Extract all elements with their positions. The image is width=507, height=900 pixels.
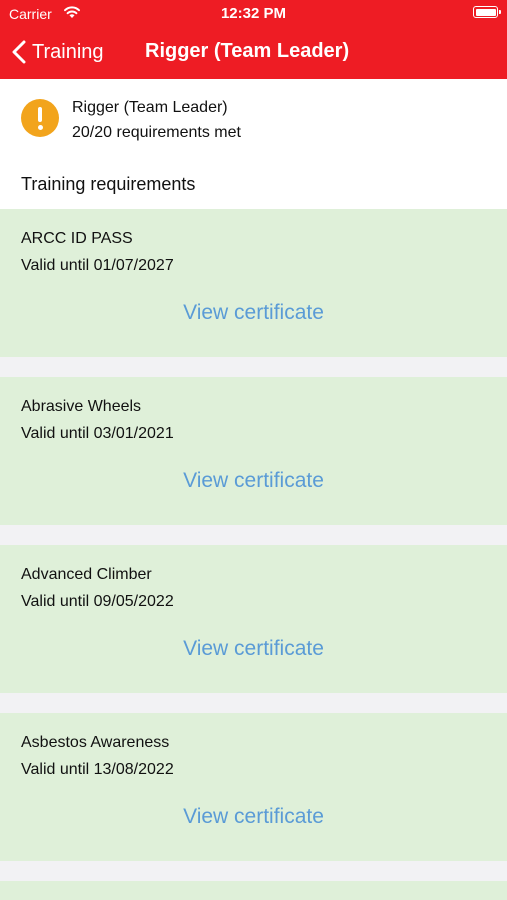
requirement-validity: Valid until 13/08/2022 xyxy=(21,761,174,778)
requirement-name: ARCC ID PASS xyxy=(21,230,133,247)
role-title: Rigger (Team Leader) xyxy=(72,99,228,116)
warning-icon xyxy=(21,99,59,137)
requirement-card: Advanced Climber Valid until 09/05/2022 … xyxy=(0,545,507,693)
back-label: Training xyxy=(32,40,104,63)
battery-icon xyxy=(473,6,501,18)
requirement-card: Abrasive Wheels Valid until 03/01/2021 V… xyxy=(0,377,507,525)
view-certificate-button[interactable]: View certificate xyxy=(0,637,507,661)
view-certificate-button[interactable]: View certificate xyxy=(0,805,507,829)
requirement-validity: Valid until 03/01/2021 xyxy=(21,425,174,442)
status-bar: Carrier 12:32 PM xyxy=(0,0,507,28)
chevron-left-icon xyxy=(12,40,26,64)
view-certificate-button[interactable]: View certificate xyxy=(0,301,507,325)
requirement-name: Asbestos Awareness xyxy=(21,734,170,751)
nav-bar: Carrier 12:32 PM Training Rigger (Team L… xyxy=(0,0,507,79)
requirements-count: 20/20 requirements met xyxy=(72,124,241,141)
requirement-name: Abrasive Wheels xyxy=(21,398,142,415)
requirement-card: Asbestos Awareness Valid until 13/08/202… xyxy=(0,713,507,861)
requirement-card-partial xyxy=(0,881,507,900)
page-title: Rigger (Team Leader) xyxy=(145,40,350,62)
requirement-card: ARCC ID PASS Valid until 01/07/2027 View… xyxy=(0,209,507,357)
requirement-validity: Valid until 01/07/2027 xyxy=(21,257,174,274)
requirement-name: Advanced Climber xyxy=(21,566,152,583)
clock: 12:32 PM xyxy=(220,5,287,22)
back-button[interactable]: Training xyxy=(12,37,104,67)
view-certificate-button[interactable]: View certificate xyxy=(0,469,507,493)
section-title: Training requirements xyxy=(21,174,196,194)
requirement-validity: Valid until 09/05/2022 xyxy=(21,593,174,610)
